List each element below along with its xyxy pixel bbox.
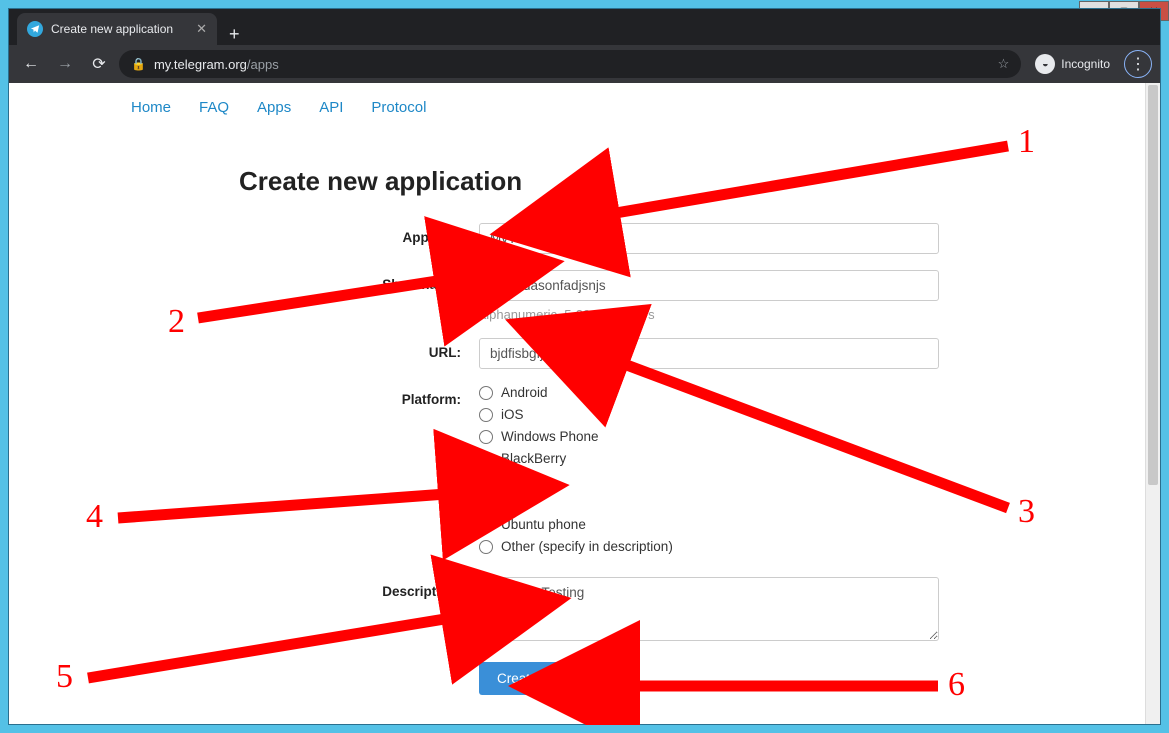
short-name-hint: alphanumeric, 5-32 characters bbox=[479, 307, 939, 322]
scrollbar-thumb[interactable] bbox=[1148, 85, 1158, 485]
platform-label: Windows Phone bbox=[501, 429, 599, 444]
label-url: URL: bbox=[239, 338, 479, 360]
nav-apps[interactable]: Apps bbox=[257, 99, 291, 116]
browser-toolbar: ← → ⟳ 🔒 my.telegram.org/apps ☆ ◒ Incogni… bbox=[9, 45, 1160, 83]
site-nav: Home FAQ Apps API Protocol bbox=[9, 83, 1160, 126]
url-text: my.telegram.org/apps bbox=[154, 57, 279, 72]
label-short-name: Short name: bbox=[239, 270, 479, 292]
forward-icon[interactable]: → bbox=[51, 50, 79, 78]
incognito-icon: ◒ bbox=[1035, 54, 1055, 74]
label-app-title: App title: bbox=[239, 223, 479, 245]
platform-label: Ubuntu phone bbox=[501, 517, 586, 532]
lock-icon: 🔒 bbox=[131, 57, 146, 71]
new-tab-button[interactable]: + bbox=[217, 24, 252, 45]
nav-faq[interactable]: FAQ bbox=[199, 99, 229, 116]
platform-label: Web bbox=[501, 495, 529, 510]
platform-option-ios[interactable]: iOS bbox=[479, 407, 939, 422]
platform-radio[interactable] bbox=[479, 386, 493, 400]
platform-label: iOS bbox=[501, 407, 524, 422]
description-textarea[interactable] bbox=[479, 577, 939, 641]
platform-label: Desktop bbox=[501, 473, 551, 488]
vertical-scrollbar[interactable] bbox=[1145, 83, 1160, 724]
platform-option-windows-phone[interactable]: Windows Phone bbox=[479, 429, 939, 444]
platform-label: Other (specify in description) bbox=[501, 539, 673, 554]
telegram-favicon-icon bbox=[27, 21, 43, 37]
platform-option-desktop[interactable]: Desktop bbox=[479, 473, 939, 488]
chrome-menu-icon[interactable]: ⋮ bbox=[1124, 50, 1152, 78]
platform-radio[interactable] bbox=[479, 452, 493, 466]
platform-radio[interactable] bbox=[479, 518, 493, 532]
address-bar[interactable]: 🔒 my.telegram.org/apps ☆ bbox=[119, 50, 1021, 78]
platform-option-other-specify-in-description-[interactable]: Other (specify in description) bbox=[479, 539, 939, 554]
nav-protocol[interactable]: Protocol bbox=[371, 99, 426, 116]
page-title: Create new application bbox=[239, 166, 1160, 197]
short-name-input[interactable] bbox=[479, 270, 939, 301]
platform-radio[interactable] bbox=[479, 408, 493, 422]
app-title-input[interactable] bbox=[479, 223, 939, 254]
reload-icon[interactable]: ⟳ bbox=[85, 50, 113, 78]
platform-radio[interactable] bbox=[479, 540, 493, 554]
url-input[interactable] bbox=[479, 338, 939, 369]
nav-home[interactable]: Home bbox=[131, 99, 171, 116]
platform-label: Android bbox=[501, 385, 548, 400]
platform-option-ubuntu-phone[interactable]: Ubuntu phone bbox=[479, 517, 939, 532]
browser-tab[interactable]: Create new application ✕ bbox=[17, 13, 217, 45]
create-application-button[interactable]: Create application bbox=[479, 662, 624, 695]
platform-radio[interactable] bbox=[479, 496, 493, 510]
tab-strip: Create new application ✕ + bbox=[9, 9, 1160, 45]
back-icon[interactable]: ← bbox=[17, 50, 45, 78]
platform-label: BlackBerry bbox=[501, 451, 566, 466]
tab-title: Create new application bbox=[51, 22, 188, 36]
label-platform: Platform: bbox=[239, 385, 479, 407]
bookmark-star-icon[interactable]: ☆ bbox=[998, 56, 1010, 72]
nav-api[interactable]: API bbox=[319, 99, 343, 116]
platform-option-blackberry[interactable]: BlackBerry bbox=[479, 451, 939, 466]
close-tab-icon[interactable]: ✕ bbox=[196, 21, 207, 37]
platform-radio[interactable] bbox=[479, 474, 493, 488]
platform-radio[interactable] bbox=[479, 430, 493, 444]
browser-window: Create new application ✕ + ← → ⟳ 🔒 my.te… bbox=[8, 8, 1161, 725]
platform-option-web[interactable]: Web bbox=[479, 495, 939, 510]
page-viewport: Home FAQ Apps API Protocol Create new ap… bbox=[9, 83, 1160, 724]
label-description: Description: bbox=[239, 577, 479, 599]
platform-option-android[interactable]: Android bbox=[479, 385, 939, 400]
platform-radio-group: Android iOS Windows Phone BlackBerry Desktop… bbox=[479, 385, 939, 561]
incognito-indicator: ◒ Incognito bbox=[1027, 54, 1118, 74]
